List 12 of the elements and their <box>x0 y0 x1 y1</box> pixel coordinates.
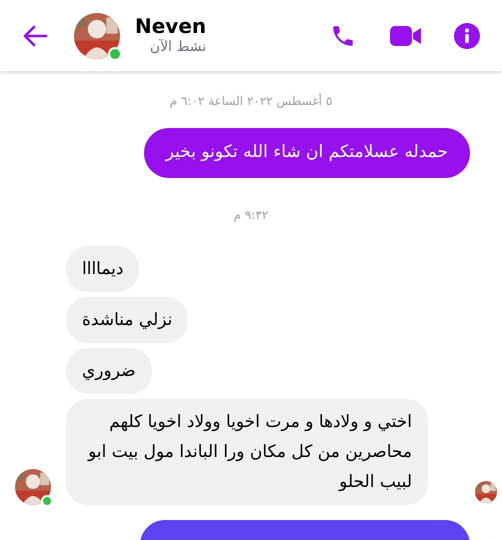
info-icon[interactable] <box>454 22 480 48</box>
timestamp: ٩:٣٢ م <box>234 206 268 224</box>
contact-name: Neven <box>135 14 206 39</box>
received-message: اختي و ولادها و مرت اخويا وولاد اخويا كلهم محاصرين من كل مكان ورا الباندا مول بيت ابو لبيب الحلو <box>66 398 428 504</box>
active-status: نشط الآن <box>148 39 206 57</box>
received-message: ضروري <box>66 348 152 394</box>
back-arrow-icon[interactable] <box>22 24 48 46</box>
received-message: نزلي مناشدة <box>66 296 188 342</box>
timestamp: ٥ أغسطس ٢٠٢٢ الساعة ٦:٠٢ م <box>170 92 332 110</box>
received-message: ديماااا <box>66 246 140 292</box>
video-camera-icon[interactable] <box>390 24 422 46</box>
sent-message: حمدله عسلامتكم ان شاء الله تكونو بخير <box>144 128 470 178</box>
